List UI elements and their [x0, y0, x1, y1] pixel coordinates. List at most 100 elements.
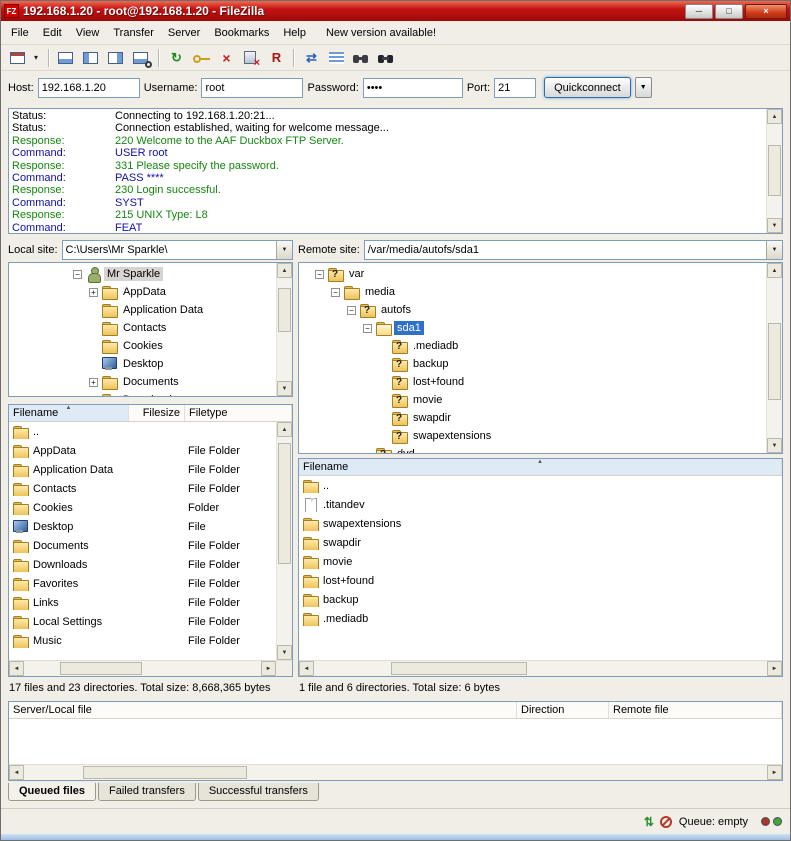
- remote-list-hscrollbar[interactable]: ◄►: [299, 661, 782, 676]
- local-file-row-favorites[interactable]: FavoritesFile Folder: [9, 574, 276, 593]
- tab-queued-files[interactable]: Queued files: [8, 783, 96, 801]
- remote-tree-item-swapextensions[interactable]: ?swapextensions: [299, 427, 766, 445]
- toggle-local-tree-icon[interactable]: [79, 47, 104, 69]
- menu-item-server[interactable]: Server: [161, 24, 207, 42]
- scroll-left-button[interactable]: ◄: [9, 765, 24, 780]
- queue-column-header-remote-file[interactable]: Remote file: [609, 702, 782, 718]
- local-tree-list-splitter[interactable]: [8, 397, 293, 404]
- scrollbar-thumb[interactable]: [391, 662, 527, 675]
- disconnect-icon[interactable]: [239, 47, 264, 69]
- tree-expander-icon[interactable]: −: [331, 288, 340, 297]
- scrollbar-track[interactable]: [767, 124, 782, 218]
- toggle-message-log-icon[interactable]: [54, 47, 79, 69]
- menu-item-transfer[interactable]: Transfer: [106, 24, 161, 42]
- local-column-header-filename[interactable]: Filename▲: [9, 405, 129, 421]
- menu-item-help[interactable]: Help: [276, 24, 313, 42]
- find-files-icon[interactable]: [374, 47, 399, 69]
- local-file-row-appdata[interactable]: AppDataFile Folder: [9, 441, 276, 460]
- scroll-up-button[interactable]: ▲: [277, 422, 292, 437]
- cancel-icon[interactable]: ×: [214, 47, 239, 69]
- filter-icon[interactable]: [349, 47, 374, 69]
- local-tree-item-mr-sparkle[interactable]: −Mr Sparkle: [9, 265, 276, 283]
- local-list-hscrollbar[interactable]: ◄►: [9, 661, 276, 676]
- scrollbar-thumb[interactable]: [768, 323, 781, 400]
- menu-item-file[interactable]: File: [4, 24, 36, 42]
- tree-expander-icon[interactable]: +: [89, 378, 98, 387]
- scroll-up-button[interactable]: ▲: [767, 263, 782, 278]
- toggle-remote-tree-icon[interactable]: [104, 47, 129, 69]
- remote-tree-item-autofs[interactable]: −?autofs: [299, 301, 766, 319]
- remote-tree-item-sda1[interactable]: −sda1: [299, 319, 766, 337]
- remote-file-row-titandev[interactable]: .titandev: [299, 495, 782, 514]
- host-input[interactable]: [38, 78, 140, 98]
- remote-tree-item-movie[interactable]: ?movie: [299, 391, 766, 409]
- menu-item-edit[interactable]: Edit: [36, 24, 69, 42]
- quickconnect-dropdown-button[interactable]: ▼: [635, 77, 652, 98]
- tree-expander-icon[interactable]: −: [73, 270, 82, 279]
- scroll-up-button[interactable]: ▲: [767, 109, 782, 124]
- remote-tree-item-backup[interactable]: ?backup: [299, 355, 766, 373]
- queue-column-header-server-local-file[interactable]: Server/Local file: [9, 702, 517, 718]
- reconnect-icon[interactable]: R: [264, 47, 289, 69]
- local-file-row-local-settings[interactable]: Local SettingsFile Folder: [9, 612, 276, 631]
- local-tree-item-desktop[interactable]: Desktop: [9, 355, 276, 373]
- site-manager-dropdown-icon[interactable]: [31, 47, 44, 69]
- remote-file-row-mediadb[interactable]: .mediadb: [299, 609, 782, 628]
- toggle-queue-icon[interactable]: [129, 47, 154, 69]
- scrollbar-thumb[interactable]: [768, 145, 781, 197]
- scrollbar-track[interactable]: [24, 765, 767, 780]
- tab-successful-transfers[interactable]: Successful transfers: [198, 783, 319, 801]
- local-file-row-item[interactable]: ..: [9, 422, 276, 441]
- remote-tree-item-swapdir[interactable]: ?swapdir: [299, 409, 766, 427]
- scrollbar-thumb[interactable]: [83, 766, 246, 779]
- scroll-down-button[interactable]: ▼: [277, 645, 292, 660]
- remote-file-row-swapdir[interactable]: swapdir: [299, 533, 782, 552]
- scrollbar-thumb[interactable]: [60, 662, 143, 675]
- remote-tree-scrollbar[interactable]: ▲▼: [766, 263, 782, 453]
- synchronized-browsing-icon[interactable]: ⇄: [299, 47, 324, 69]
- local-column-header-filesize[interactable]: Filesize: [129, 405, 185, 421]
- local-file-row-cookies[interactable]: CookiesFolder: [9, 498, 276, 517]
- scroll-down-button[interactable]: ▼: [767, 438, 782, 453]
- local-file-row-documents[interactable]: DocumentsFile Folder: [9, 536, 276, 555]
- menu-new-version-notice[interactable]: New version available!: [319, 24, 443, 42]
- local-file-row-downloads[interactable]: DownloadsFile Folder: [9, 555, 276, 574]
- scroll-right-button[interactable]: ►: [767, 661, 782, 676]
- remote-site-combobox[interactable]: /var/media/autofs/sda1 ▼: [364, 240, 783, 260]
- remote-file-row-backup[interactable]: backup: [299, 590, 782, 609]
- local-file-row-music[interactable]: MusicFile Folder: [9, 631, 276, 650]
- local-site-combobox[interactable]: C:\Users\Mr Sparkle\ ▼: [62, 240, 293, 260]
- local-column-header-filetype[interactable]: Filetype: [185, 405, 292, 421]
- remote-tree-item-dvd[interactable]: ?dvd: [299, 445, 766, 453]
- remote-file-row-lost-found[interactable]: lost+found: [299, 571, 782, 590]
- minimize-button[interactable]: ─: [685, 4, 713, 19]
- menu-item-view[interactable]: View: [69, 24, 107, 42]
- scrollbar-track[interactable]: [767, 278, 782, 438]
- tab-failed-transfers[interactable]: Failed transfers: [98, 783, 196, 801]
- local-tree-item-downloads[interactable]: +Downloads: [9, 391, 276, 396]
- remote-tree-item-mediadb[interactable]: ?.mediadb: [299, 337, 766, 355]
- menu-item-bookmarks[interactable]: Bookmarks: [207, 24, 276, 42]
- tree-expander-icon[interactable]: +: [89, 288, 98, 297]
- scrollbar-track[interactable]: [277, 437, 292, 645]
- local-tree-item-application-data[interactable]: Application Data: [9, 301, 276, 319]
- scroll-down-button[interactable]: ▼: [767, 218, 782, 233]
- remote-file-row-item[interactable]: ..: [299, 476, 782, 495]
- local-file-row-contacts[interactable]: ContactsFile Folder: [9, 479, 276, 498]
- refresh-icon[interactable]: ↻: [164, 47, 189, 69]
- port-input[interactable]: [494, 78, 536, 98]
- remote-tree-item-var[interactable]: −?var: [299, 265, 766, 283]
- chevron-down-icon[interactable]: ▼: [766, 241, 782, 259]
- local-tree-item-cookies[interactable]: Cookies: [9, 337, 276, 355]
- scroll-right-button[interactable]: ►: [261, 661, 276, 676]
- process-queue-icon[interactable]: [189, 47, 214, 69]
- remote-tree-item-media[interactable]: −media: [299, 283, 766, 301]
- scroll-up-button[interactable]: ▲: [277, 263, 292, 278]
- remote-file-row-movie[interactable]: movie: [299, 552, 782, 571]
- remote-tree-item-lost-found[interactable]: ?lost+found: [299, 373, 766, 391]
- local-file-row-desktop[interactable]: DesktopFile: [9, 517, 276, 536]
- close-button[interactable]: ×: [745, 4, 787, 19]
- remote-column-header-filename[interactable]: Filename▲: [299, 459, 782, 475]
- chevron-down-icon[interactable]: ▼: [276, 241, 292, 259]
- scrollbar-track[interactable]: [314, 661, 767, 676]
